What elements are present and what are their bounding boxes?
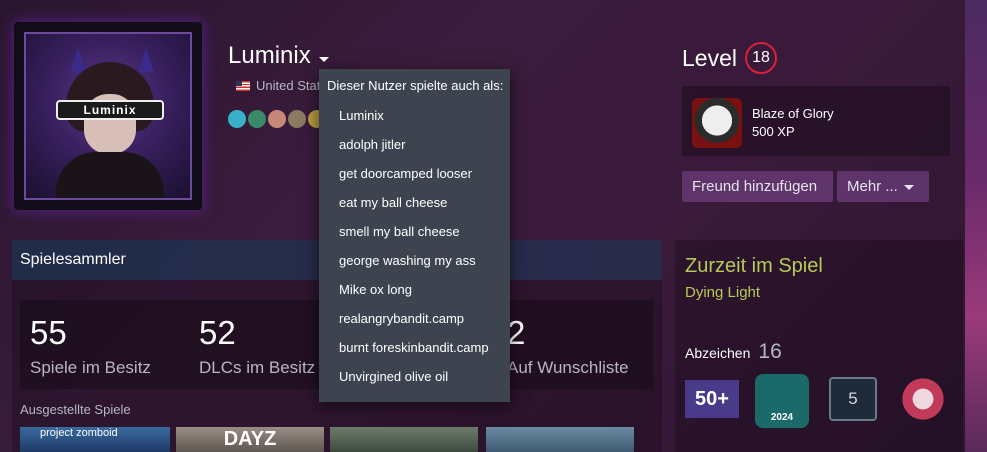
more-button-label: Mehr ... <box>847 178 898 195</box>
alias-item[interactable]: realangrybandit.camp <box>319 304 510 333</box>
stat-label: Auf Wunschliste <box>507 358 629 377</box>
chevron-down-icon[interactable] <box>318 56 329 62</box>
badge-icon[interactable] <box>288 110 306 128</box>
alias-item[interactable]: eat my ball cheese <box>319 188 510 217</box>
stat-label: Spiele im Besitz <box>30 358 151 377</box>
more-button[interactable]: Mehr ... <box>837 171 929 202</box>
horn-icon <box>138 48 154 72</box>
country-row: United Stat <box>236 78 320 93</box>
featured-badge-name: Blaze of Glory <box>752 106 834 121</box>
50-plus-badge-icon[interactable]: 50+ <box>685 380 739 418</box>
profile-page: Luminix Luminix United Stat Dieser Nutze… <box>0 0 987 452</box>
username[interactable]: Luminix <box>228 42 311 70</box>
badges-count: 16 <box>758 340 782 363</box>
alias-dropdown-header: Dieser Nutzer spielte auch als: <box>327 78 504 93</box>
alias-dropdown: Dieser Nutzer spielte auch als: Luminix … <box>319 69 510 402</box>
ingame-game-name[interactable]: Dying Light <box>685 284 760 301</box>
years-of-service-badge-icon[interactable]: 5 <box>829 377 877 421</box>
avatar[interactable]: Luminix <box>24 32 192 200</box>
alias-item[interactable]: adolph jitler <box>319 130 510 159</box>
horn-icon <box>70 48 86 72</box>
stat-wishlist[interactable]: 2 Auf Wunschliste <box>507 314 629 378</box>
badge-icon[interactable] <box>248 110 266 128</box>
level-label: Level <box>682 44 737 71</box>
alias-item[interactable]: Unvirgined olive oil <box>319 362 510 391</box>
avatar-name-band: Luminix <box>56 100 164 120</box>
alias-item[interactable]: burnt foreskinbandit.camp <box>319 333 510 362</box>
blaze-of-glory-badge-icon <box>692 98 742 148</box>
game-thumb-dayz[interactable]: DAYZ <box>176 427 324 452</box>
featured-games-label: Ausgestellte Spiele <box>20 402 131 417</box>
stat-value: 52 <box>199 314 236 351</box>
game-thumb-4[interactable] <box>486 427 634 452</box>
level-badge[interactable]: 18 <box>744 42 777 74</box>
badge-icon[interactable] <box>228 110 246 128</box>
avatar-body <box>56 152 164 198</box>
feather-icon[interactable] <box>268 110 286 128</box>
featured-badge-xp: 500 XP <box>752 124 795 139</box>
avatar-frame: Luminix <box>14 22 202 210</box>
username-row[interactable]: Luminix <box>228 42 329 70</box>
featured-badge[interactable]: Blaze of Glory 500 XP <box>682 86 950 156</box>
alias-item[interactable]: Mike ox long <box>319 275 510 304</box>
add-friend-button[interactable]: Freund hinzufügen <box>682 171 833 202</box>
mini-badges-row <box>228 110 326 128</box>
stat-value: 2 <box>507 314 526 351</box>
alias-item[interactable]: smell my ball cheese <box>319 217 510 246</box>
alias-item[interactable]: george washing my ass <box>319 246 510 275</box>
stat-label: DLCs im Besitz <box>199 358 316 377</box>
country-name: United Stat <box>256 78 321 93</box>
stat-value: 55 <box>30 314 67 351</box>
chevron-down-icon <box>903 184 914 190</box>
game-thumb-zomboid[interactable]: project zomboid <box>20 427 170 452</box>
alias-item[interactable]: get doorcamped looser <box>319 159 510 188</box>
steam-2024-badge-icon[interactable]: 2024 <box>755 374 809 428</box>
winged-badge-icon[interactable] <box>897 377 949 421</box>
us-flag-icon <box>236 80 250 91</box>
currently-in-game-panel: Zurzeit im Spiel Dying Light Abzeichen 1… <box>675 240 963 452</box>
stat-dlcs-owned[interactable]: 52 DLCs im Besitz <box>199 314 315 378</box>
background-art <box>965 0 987 452</box>
stat-games-owned[interactable]: 55 Spiele im Besitz <box>30 314 151 378</box>
badges-heading[interactable]: Abzeichen 16 <box>685 340 782 364</box>
ingame-status-label: Zurzeit im Spiel <box>685 255 823 277</box>
level-row: Level 18 <box>682 42 777 74</box>
badges-label: Abzeichen <box>685 345 751 361</box>
game-thumb-3[interactable] <box>330 427 478 452</box>
alias-item[interactable]: Luminix <box>319 101 510 130</box>
